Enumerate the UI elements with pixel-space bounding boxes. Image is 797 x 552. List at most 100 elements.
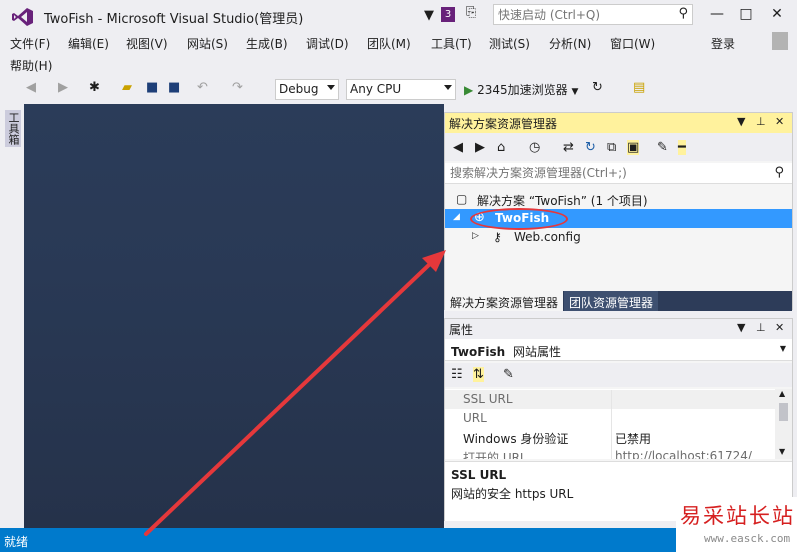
sync-icon[interactable]: ⇄ — [563, 140, 574, 155]
properties-panel: 属性 ▼ ⊥ ✕ TwoFish 网站属性 ▼ ☷ ⇅ ✎ SSL URL UR… — [444, 318, 793, 521]
search-icon[interactable]: ⚲ — [678, 6, 688, 21]
navigate-back-icon[interactable]: ◀ — [26, 80, 36, 95]
tab-team-explorer[interactable]: 团队资源管理器 — [564, 291, 659, 311]
solution-explorer-search-input[interactable] — [445, 163, 745, 183]
undo-icon[interactable]: ↶ — [197, 80, 208, 95]
property-grid: SSL URL URL Windows 身份验证 已禁用 打开的 URL htt… — [445, 389, 775, 459]
menu-bar: 文件(F) 编辑(E) 视图(V) 网站(S) 生成(B) 调试(D) 团队(M… — [0, 32, 797, 74]
menu-tools[interactable]: 工具(T) — [431, 35, 472, 52]
config-file-icon: ⚷ — [493, 230, 502, 244]
property-name: SSL URL — [463, 392, 513, 406]
toolbox-tab[interactable]: 工具箱 — [0, 104, 24, 528]
forward-icon[interactable]: ▶ — [475, 140, 485, 155]
solution-configuration-select[interactable]: Debug — [275, 79, 339, 100]
solution-explorer-title: 解决方案资源管理器 — [449, 117, 558, 131]
solution-tree: ▢ 解决方案 “TwoFish” (1 个项目) ◢ ⊕ TwoFish ▷ ⚷… — [445, 185, 792, 292]
menu-debug[interactable]: 调试(D) — [306, 35, 349, 52]
watermark-url: www.easck.com — [704, 532, 791, 545]
alphabetical-icon[interactable]: ⇅ — [473, 367, 484, 382]
object-type: 网站属性 — [513, 345, 562, 359]
property-grid-scrollbar[interactable]: ▲ ▼ — [775, 389, 792, 459]
tab-solution-explorer[interactable]: 解决方案资源管理器 — [445, 291, 564, 311]
sign-in-link[interactable]: 登录 — [711, 35, 735, 52]
pin-icon[interactable]: ⊥ — [756, 115, 766, 128]
start-debugging-button[interactable]: ▶ 2345加速浏览器 ▼ — [464, 81, 578, 98]
save-icon[interactable]: ■ — [146, 80, 158, 95]
pending-changes-filter-icon[interactable]: ◷ — [529, 140, 540, 155]
properties-header[interactable]: 属性 ▼ ⊥ ✕ — [445, 319, 792, 339]
tree-node-web-config[interactable]: ▷ ⚷ Web.config — [445, 228, 792, 247]
find-in-files-icon[interactable]: ▤ — [633, 80, 645, 95]
window-position-icon[interactable]: ▼ — [737, 115, 745, 128]
visual-studio-logo-icon — [12, 8, 33, 26]
back-icon[interactable]: ◀ — [453, 140, 463, 155]
property-row[interactable]: Windows 身份验证 已禁用 — [445, 428, 775, 447]
quick-launch-input[interactable] — [494, 5, 664, 24]
pin-icon[interactable]: ⊥ — [756, 321, 766, 334]
property-row[interactable]: URL — [445, 409, 775, 428]
redo-icon[interactable]: ↷ — [232, 80, 243, 95]
chevron-down-icon: ▼ — [571, 87, 579, 97]
properties-wrench-icon[interactable]: ✎ — [657, 140, 668, 155]
chevron-down-icon — [444, 85, 452, 90]
notifications-button[interactable]: ▼ 3 — [424, 6, 458, 24]
property-row[interactable]: 打开的 URL http://localhost:61724/ — [445, 447, 775, 459]
home-icon[interactable]: ⌂ — [497, 140, 505, 155]
watermark-text: 易采站长站 — [680, 504, 795, 528]
property-pages-icon[interactable]: ✎ — [503, 367, 514, 382]
save-all-icon[interactable]: ■ — [168, 80, 180, 95]
search-icon[interactable]: ⚲ — [774, 165, 784, 180]
account-icon[interactable] — [772, 32, 788, 50]
configuration-value: Debug — [279, 82, 319, 96]
menu-team[interactable]: 团队(M) — [367, 35, 411, 52]
collapse-all-icon[interactable]: ⧉ — [607, 140, 616, 155]
column-separator — [611, 428, 612, 447]
close-button[interactable]: ✕ — [762, 3, 792, 25]
feedback-icon[interactable]: ⎘ — [466, 5, 486, 25]
menu-test[interactable]: 测试(S) — [489, 35, 530, 52]
scroll-up-icon[interactable]: ▲ — [779, 389, 785, 398]
highlight-ellipse — [470, 208, 568, 230]
property-name: Windows 身份验证 — [463, 432, 569, 446]
chevron-down-icon: ▼ — [779, 344, 786, 353]
new-project-icon[interactable]: ✱ — [89, 80, 100, 95]
minimize-button[interactable]: — — [702, 3, 732, 25]
chevron-down-icon — [327, 85, 335, 90]
properties-toolbar: ☷ ⇅ ✎ — [445, 363, 792, 387]
menu-analyze[interactable]: 分析(N) — [549, 35, 591, 52]
close-icon[interactable]: ✕ — [775, 321, 784, 334]
menu-website[interactable]: 网站(S) — [187, 35, 228, 52]
solution-explorer-header[interactable]: 解决方案资源管理器 ▼ ⊥ ✕ — [445, 113, 792, 133]
solution-platform-select[interactable]: Any CPU — [346, 79, 456, 100]
navigate-forward-icon[interactable]: ▶ — [58, 80, 68, 95]
property-name: 打开的 URL — [463, 451, 527, 459]
window-position-icon[interactable]: ▼ — [737, 321, 745, 334]
property-row[interactable]: SSL URL — [445, 390, 775, 409]
scroll-down-icon[interactable]: ▼ — [779, 447, 785, 456]
menu-file[interactable]: 文件(F) — [10, 35, 50, 52]
properties-object-selector[interactable]: TwoFish 网站属性 ▼ — [445, 339, 792, 361]
status-text: 就绪 — [4, 535, 29, 549]
menu-edit[interactable]: 编辑(E) — [68, 35, 109, 52]
open-file-icon[interactable]: ▰ — [122, 80, 132, 95]
menu-window[interactable]: 窗口(W) — [610, 35, 655, 52]
site-watermark: 易采站长站 www.easck.com — [676, 497, 797, 552]
menu-help[interactable]: 帮助(H) — [10, 57, 52, 74]
maximize-button[interactable]: □ — [731, 3, 761, 25]
preview-selected-icon[interactable]: ━ — [678, 140, 686, 155]
categorized-icon[interactable]: ☷ — [451, 367, 463, 382]
solution-explorer-search-box[interactable]: ⚲ — [445, 163, 792, 184]
platform-value: Any CPU — [350, 82, 402, 96]
object-name: TwoFish — [451, 345, 506, 359]
scroll-thumb[interactable] — [779, 403, 788, 421]
menu-view[interactable]: 视图(V) — [126, 35, 168, 52]
show-all-files-icon[interactable]: ▣ — [627, 140, 640, 155]
refresh-icon[interactable]: ↻ — [592, 80, 603, 95]
tree-node-solution[interactable]: ▢ 解决方案 “TwoFish” (1 个项目) — [445, 190, 792, 209]
quick-launch-box[interactable]: ⚲ — [493, 4, 693, 25]
menu-build[interactable]: 生成(B) — [246, 35, 288, 52]
close-icon[interactable]: ✕ — [775, 115, 784, 128]
run-target-label: 2345加速浏览器 — [477, 83, 568, 97]
explorer-tab-strip: 解决方案资源管理器 团队资源管理器 — [445, 291, 792, 311]
refresh-icon[interactable]: ↻ — [585, 140, 596, 155]
